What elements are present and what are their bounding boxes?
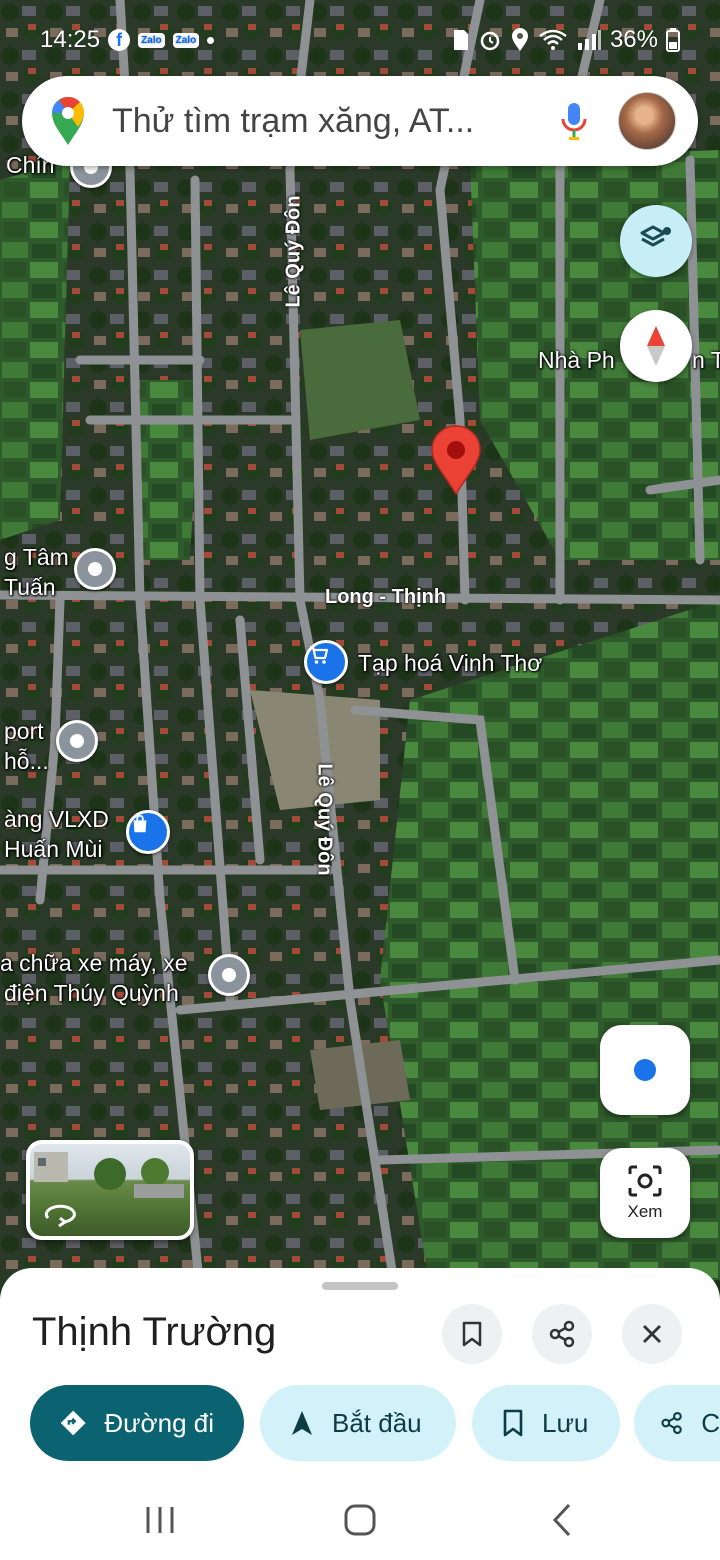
- sim-icon: [453, 30, 468, 50]
- place-label-nha-pho-tail: n Tì: [692, 347, 720, 373]
- road-label-le-quy-don-upper: Lê Quý Đôn: [282, 195, 305, 308]
- my-location-icon: [634, 1059, 656, 1081]
- place-label-tap-hoa[interactable]: Tạp hoá Vinh Thơ: [358, 648, 542, 678]
- location-status-icon: [511, 28, 528, 51]
- place-label-sua-xe-line2[interactable]: điện Thúy Quỳnh: [4, 978, 179, 1008]
- bookmark-icon: [462, 1321, 482, 1347]
- save-icon-button[interactable]: [442, 1304, 502, 1364]
- start-label: Bắt đầu: [332, 1407, 422, 1438]
- place-pin-sua-xe[interactable]: [208, 954, 250, 996]
- lens-camera-icon: [628, 1165, 662, 1197]
- avatar[interactable]: [618, 92, 676, 150]
- google-maps-logo-icon: [52, 96, 85, 145]
- status-time: 14:25: [40, 26, 101, 53]
- microphone-icon[interactable]: [560, 101, 588, 141]
- recent-apps-button[interactable]: [130, 1490, 190, 1550]
- compass-button[interactable]: [620, 310, 692, 382]
- back-icon: [552, 1503, 571, 1537]
- home-icon: [344, 1504, 376, 1536]
- directions-label: Đường đi: [104, 1407, 214, 1438]
- close-button[interactable]: [622, 1304, 682, 1364]
- place-label-sport-line1[interactable]: port: [4, 716, 44, 746]
- bookmark-icon: [503, 1409, 523, 1437]
- search-bar[interactable]: Thử tìm trạm xăng, AT...: [22, 76, 698, 166]
- navigation-arrow-icon: [292, 1411, 312, 1435]
- place-label-vlxd-line1[interactable]: àng VLXD: [4, 804, 109, 834]
- dot-icon: [207, 36, 215, 44]
- compass-icon: [647, 326, 665, 366]
- share-label: C: [701, 1407, 720, 1438]
- layers-button[interactable]: [620, 205, 692, 277]
- place-label-sport-line2[interactable]: hỗ...: [4, 746, 49, 776]
- signal-icon: [577, 30, 601, 50]
- cart-icon: [310, 645, 329, 664]
- road-label-long-thinh: Long - Thịnh: [325, 586, 447, 608]
- place-title: Thịnh Trường: [32, 1310, 277, 1354]
- shop-pin-tap-hoa[interactable]: [304, 640, 348, 684]
- share-icon: [661, 1412, 682, 1434]
- battery-icon: [666, 28, 680, 52]
- place-label-tam-tuan-line1[interactable]: g Tâm: [4, 542, 69, 572]
- place-label-nha-pho[interactable]: Nhà Ph: [538, 345, 615, 375]
- directions-icon: [60, 1410, 86, 1436]
- place-pin-sport[interactable]: [56, 720, 98, 762]
- facebook-icon: f: [108, 29, 131, 51]
- share-icon-button[interactable]: [532, 1304, 592, 1364]
- zalo-icon: Zalo: [138, 32, 165, 48]
- share-icon: [549, 1320, 575, 1348]
- street-view-image: [34, 1152, 184, 1228]
- recent-apps-icon: [146, 1507, 174, 1533]
- share-chip-button[interactable]: C: [634, 1385, 720, 1461]
- alarm-icon: [480, 31, 500, 51]
- place-bottom-sheet[interactable]: Thịnh Trường Đường đi Bắt đầu Lưu C: [0, 1268, 720, 1560]
- wifi-icon: [539, 29, 567, 50]
- system-nav-bar: [0, 1490, 720, 1560]
- home-button[interactable]: [330, 1490, 390, 1550]
- my-location-button[interactable]: [600, 1025, 690, 1115]
- place-label-vlxd-line2[interactable]: Huấn Mùi: [4, 834, 102, 864]
- search-input[interactable]: Thử tìm trạm xăng, AT...: [112, 102, 560, 141]
- start-button[interactable]: Bắt đầu: [260, 1385, 456, 1461]
- street-view-thumbnail[interactable]: [26, 1140, 194, 1240]
- back-button[interactable]: [532, 1490, 592, 1550]
- view-button[interactable]: Xem: [600, 1148, 690, 1238]
- view-button-label: Xem: [627, 1202, 663, 1221]
- save-chip-button[interactable]: Lưu: [472, 1385, 620, 1461]
- place-pin-tam-tuan[interactable]: [74, 548, 116, 590]
- close-icon: [643, 1325, 661, 1343]
- layers-icon: [640, 225, 671, 247]
- save-label: Lưu: [542, 1407, 589, 1438]
- drag-handle[interactable]: [322, 1282, 398, 1290]
- zalo-icon: Zalo: [172, 32, 200, 48]
- shopping-bag-icon: [133, 814, 147, 833]
- shop-pin-vlxd[interactable]: [126, 810, 170, 854]
- place-label-tam-tuan-line2[interactable]: Tuấn: [4, 572, 56, 602]
- battery-text: 36%: [609, 26, 658, 53]
- road-label-le-quy-don-lower: Lê Quý Đôn: [313, 763, 336, 876]
- status-bar: 14:25 f Zalo Zalo 36%: [0, 20, 720, 60]
- place-label-sua-xe-line1[interactable]: a chữa xe máy, xe: [0, 948, 188, 978]
- directions-button[interactable]: Đường đi: [30, 1385, 244, 1461]
